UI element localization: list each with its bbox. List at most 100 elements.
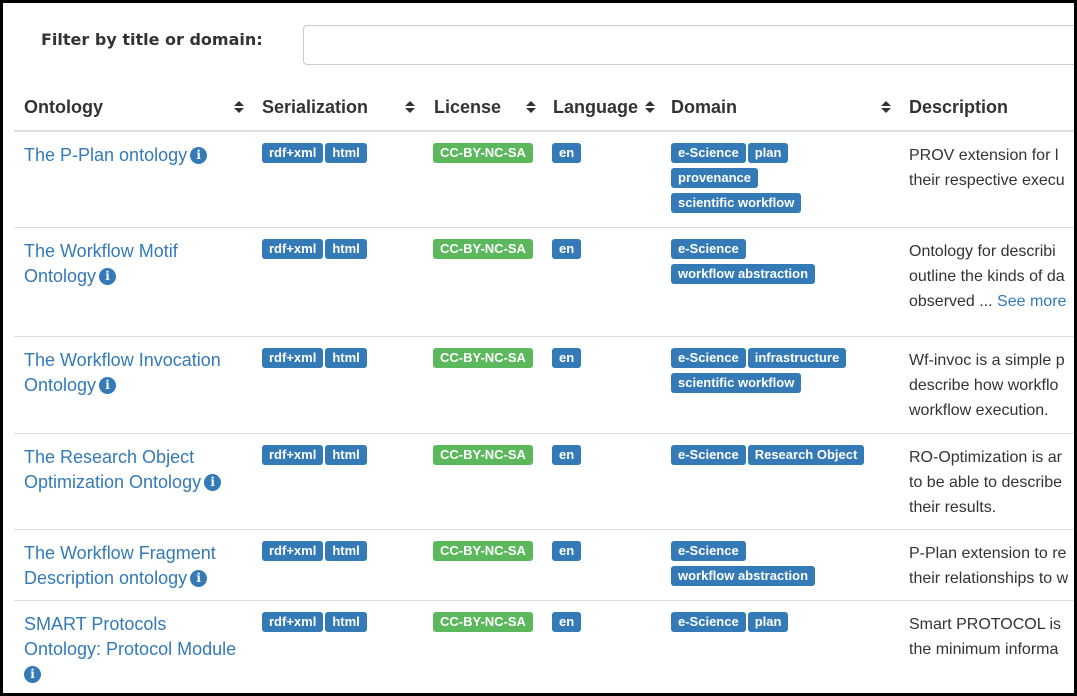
language-cell: en [552, 348, 583, 373]
description-line: Ontology for describi [909, 243, 1056, 260]
column-header-description[interactable]: Description [909, 86, 1074, 130]
ontology-cell: The P-Plan ontology i [24, 143, 239, 168]
filter-input[interactable] [303, 25, 1074, 65]
description-cell: PROV extension for l their respective ex… [909, 143, 1074, 193]
description-line: the minimum informa [909, 641, 1059, 658]
license-cell: CC-BY-NC-SA [433, 445, 535, 470]
license-badge: CC-BY-NC-SA [433, 239, 533, 259]
info-icon[interactable]: i [99, 268, 117, 285]
sort-icon[interactable] [881, 100, 891, 114]
ontology-cell: The Research Object Optimization Ontolog… [24, 445, 239, 495]
info-icon[interactable]: i [99, 377, 117, 394]
domain-badge[interactable]: Research Object [747, 445, 865, 465]
domain-badge[interactable]: workflow abstraction [671, 566, 816, 586]
sort-icon[interactable] [234, 100, 244, 114]
serialization-badge-html[interactable]: html [325, 541, 367, 561]
see-more-link[interactable]: See more [997, 293, 1066, 310]
domain-badge[interactable]: e-Science [671, 239, 746, 259]
domain-badge[interactable]: e-Science [671, 541, 746, 561]
license-cell: CC-BY-NC-SA [433, 541, 535, 566]
sort-icon[interactable] [405, 100, 415, 114]
info-icon[interactable]: i [204, 474, 222, 491]
description-line: observed ... See more [909, 293, 1067, 310]
serialization-badge-rdf-xml[interactable]: rdf+xml [262, 541, 324, 561]
column-header-license[interactable]: License [434, 86, 536, 130]
ontology-title-link[interactable]: The Research Object Optimization Ontolog… [24, 445, 239, 495]
table-row: The Research Object Optimization Ontolog… [14, 434, 1074, 530]
language-badge: en [552, 348, 582, 368]
description-line: their results. [909, 499, 997, 516]
info-icon[interactable]: i [24, 666, 41, 683]
domain-badge[interactable]: infrastructure [747, 348, 847, 368]
language-badge: en [552, 612, 582, 632]
domain-badge[interactable]: scientific workflow [671, 373, 802, 393]
column-header-serialization[interactable]: Serialization [262, 86, 418, 130]
license-cell: CC-BY-NC-SA [433, 143, 535, 168]
ontology-title-link[interactable]: SMART Protocols Ontology: Protocol Modul… [24, 612, 239, 687]
ontology-title-link[interactable]: The P-Plan ontology i [24, 143, 239, 168]
column-header-domain[interactable]: Domain [671, 86, 893, 130]
domain-badge[interactable]: e-Science [671, 143, 746, 163]
info-icon[interactable]: i [190, 570, 208, 587]
license-badge: CC-BY-NC-SA [433, 541, 533, 561]
column-header-ontology[interactable]: Ontology [24, 86, 246, 130]
language-cell: en [552, 143, 583, 168]
language-cell: en [552, 541, 583, 566]
table-header: Ontology Serialization License Language … [14, 86, 1074, 132]
serialization-badge-html[interactable]: html [325, 348, 367, 368]
serialization-cell: rdf+xml html [262, 348, 369, 373]
domain-badge[interactable]: workflow abstraction [671, 264, 816, 284]
domain-badge[interactable]: e-Science [671, 348, 746, 368]
description-line: P-Plan extension to re [909, 545, 1067, 562]
serialization-badge-html[interactable]: html [325, 445, 367, 465]
language-badge: en [552, 143, 582, 163]
domain-badge[interactable]: scientific workflow [671, 193, 802, 213]
serialization-badge-rdf-xml[interactable]: rdf+xml [262, 612, 324, 632]
language-badge: en [552, 541, 582, 561]
domain-cell: e-Science workflow abstraction [671, 239, 886, 289]
serialization-cell: rdf+xml html [262, 612, 369, 637]
serialization-badge-html[interactable]: html [325, 612, 367, 632]
column-header-label: Ontology [24, 97, 103, 117]
ontology-title-link[interactable]: The Workflow Motif Ontology i [24, 239, 189, 289]
column-header-language[interactable]: Language [553, 86, 657, 130]
domain-badge[interactable]: plan [747, 612, 789, 632]
serialization-badge-rdf-xml[interactable]: rdf+xml [262, 143, 324, 163]
column-header-label: Language [553, 97, 639, 117]
domain-cell: e-Science workflow abstraction [671, 541, 886, 591]
ontology-cell: The Workflow Fragment Description ontolo… [24, 541, 239, 591]
domain-badge[interactable]: e-Science [671, 612, 746, 632]
serialization-badge-rdf-xml[interactable]: rdf+xml [262, 445, 324, 465]
description-line: workflow execution. [909, 402, 1049, 419]
description-line: their respective execu [909, 172, 1065, 189]
description-line: to be able to describe [909, 474, 1062, 491]
ontology-table: Ontology Serialization License Language … [14, 86, 1074, 693]
domain-badge[interactable]: e-Science [671, 445, 746, 465]
domain-badge[interactable]: provenance [671, 168, 758, 188]
description-line: describe how workflo [909, 377, 1059, 394]
filter-label: Filter by title or domain: [41, 30, 263, 49]
info-icon[interactable]: i [190, 147, 208, 164]
column-header-label: License [434, 97, 502, 117]
license-badge: CC-BY-NC-SA [433, 348, 533, 368]
serialization-badge-rdf-xml[interactable]: rdf+xml [262, 239, 324, 259]
language-badge: en [552, 239, 582, 259]
description-line: their relationships to w [909, 570, 1069, 587]
license-cell: CC-BY-NC-SA [433, 348, 535, 373]
domain-cell: e-Science infrastructure scientific workfl… [671, 348, 886, 398]
sort-icon[interactable] [526, 100, 536, 114]
serialization-badge-rdf-xml[interactable]: rdf+xml [262, 348, 324, 368]
description-line: PROV extension for l [909, 147, 1059, 164]
ontology-title-link[interactable]: The Workflow Fragment Description ontolo… [24, 541, 239, 591]
language-badge: en [552, 445, 582, 465]
description-line: outline the kinds of da [909, 268, 1065, 285]
ontology-title-link[interactable]: The Workflow Invocation Ontology i [24, 348, 239, 398]
serialization-badge-html[interactable]: html [325, 239, 367, 259]
description-line: RO-Optimization is ar [909, 449, 1062, 466]
serialization-badge-html[interactable]: html [325, 143, 367, 163]
table-row: The Workflow Motif Ontology i rdf+xml html… [14, 228, 1074, 337]
domain-cell: e-Science plan [671, 612, 886, 637]
domain-badge[interactable]: plan [747, 143, 789, 163]
sort-icon[interactable] [645, 100, 655, 114]
description-cell: Wf-invoc is a simple p describe how work… [909, 348, 1074, 423]
